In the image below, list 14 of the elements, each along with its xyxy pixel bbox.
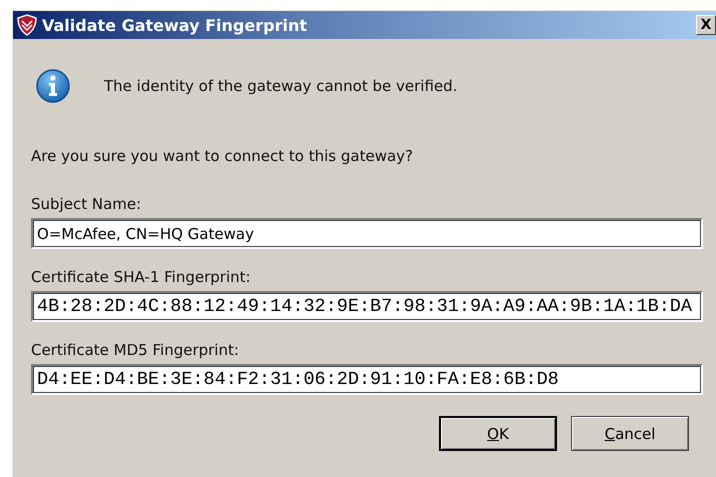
dialog-button[interactable]: OK	[439, 416, 557, 451]
info-icon	[36, 69, 70, 103]
input-field[interactable]: 4B:28:2D:4C:88:12:49:14:32:9E:B7:98:31:9A:A9:AA:9B:1A:1B:DA	[31, 291, 703, 322]
close-button[interactable]: X	[696, 15, 716, 35]
dialog-button[interactable]: Cancel	[571, 416, 689, 451]
field-label: Subject Name:	[31, 195, 142, 213]
window-title: Validate Gateway Fingerprint	[42, 16, 308, 34]
question-text: Are you sure you want to connect to this gateway?	[31, 147, 414, 165]
field-label: Certificate SHA-1 Fingerprint:	[31, 268, 252, 286]
field-label: Certificate MD5 Fingerprint:	[31, 341, 240, 359]
info-message: The identity of the gateway cannot be verified.	[104, 77, 458, 95]
input-field[interactable]: O=McAfee, CN=HQ Gateway	[31, 218, 703, 249]
shield-icon	[17, 14, 37, 36]
input-field[interactable]: D4:EE:D4:BE:3E:84:F2:31:06:2D:91:10:FA:E8:6B:D8	[31, 364, 703, 395]
